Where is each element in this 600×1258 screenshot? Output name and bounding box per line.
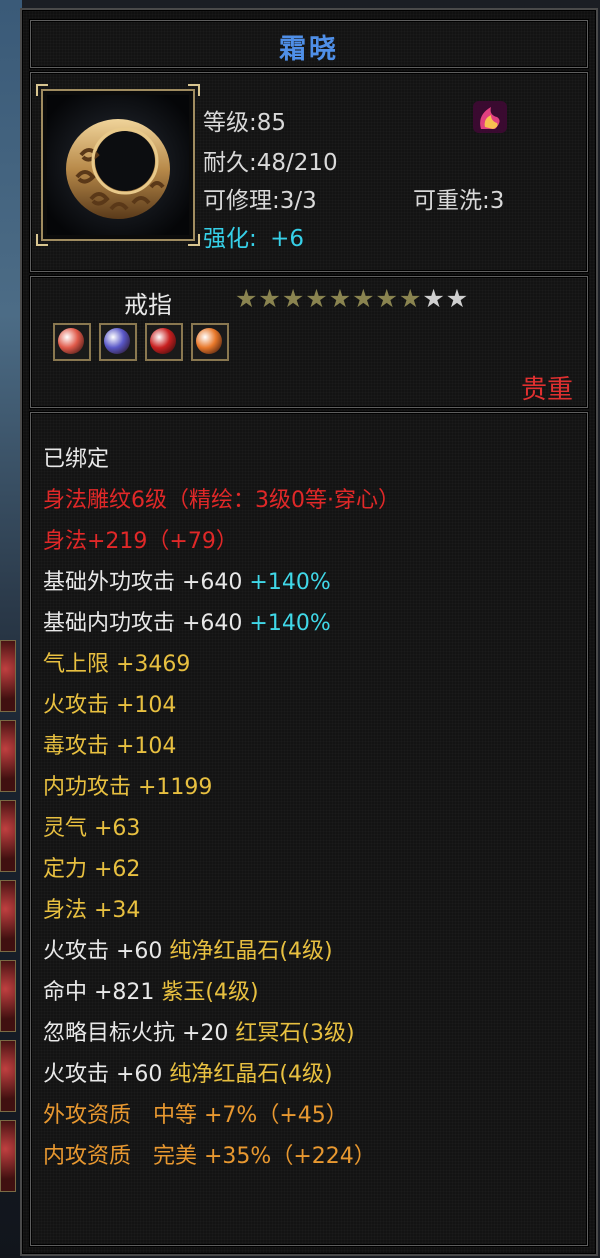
gem-sockets [53,323,229,361]
attribute-text: 基础外功攻击 +640 [43,570,250,595]
attribute-row: 火攻击 +60 纯净红晶石(4级) [43,1054,579,1095]
attribute-text: 基础内功攻击 +640 [43,611,250,636]
skill-slot[interactable] [0,1120,16,1192]
star-empty-icon: ★ [422,284,445,313]
attribute-text: 定力 +62 [43,857,141,882]
enhance-value: +6 [270,226,304,252]
rarity-label: 贵重 [520,375,573,405]
skill-slot[interactable] [0,800,16,872]
attribute-row: 基础外功攻击 +640 +140% [43,562,579,603]
purple-gem-icon [104,328,130,354]
attribute-text: 内功攻击 +1199 [43,775,213,800]
star-filled-icon: ★ [305,284,328,313]
attribute-row: 灵气 +63 [43,808,579,849]
star-filled-icon: ★ [328,284,352,313]
attribute-extra: 纯净红晶石(4级) [169,939,333,964]
attribute-text: 火攻击 +60 [43,939,170,964]
star-empty-icon: ★ [445,284,469,313]
frame-corner [188,234,200,246]
skill-slot[interactable] [0,720,16,792]
attribute-row: 毒攻击 +104 [43,726,579,767]
attribute-text: 身法雕纹6级（精绘：3级0等·穿心） [43,488,400,513]
attribute-row: 外攻资质 中等 +7%（+45） [43,1095,579,1136]
frame-corner [36,84,48,96]
item-tooltip: 霜晓 等级:85 耐久:48/210 可修理:3/3 可重洗:3 强化: +6 … [20,8,598,1256]
star-filled-icon: ★ [375,284,398,313]
gem-socket[interactable] [145,323,183,361]
attribute-text: 忽略目标火抗 +20 [43,1021,236,1046]
star-filled-icon: ★ [398,284,422,313]
attribute-row: 火攻击 +104 [43,685,579,726]
attribute-row: 气上限 +3469 [43,644,579,685]
attribute-text: 火攻击 +60 [43,1062,170,1087]
attribute-extra: +140% [249,611,331,636]
item-type-section: 戒指 ★ ★ ★ ★ ★ ★ ★ ★ ★ ★ 贵重 [30,276,588,408]
gem-socket[interactable] [191,323,229,361]
ring-icon [47,95,189,235]
attribute-text: 毒攻击 +104 [43,734,177,759]
star-rating: ★ ★ ★ ★ ★ ★ ★ ★ ★ ★ [235,286,468,312]
attribute-text: 身法 +34 [43,898,141,923]
skill-slot[interactable] [0,880,16,952]
skill-slot[interactable] [0,1040,16,1112]
attribute-row: 基础内功攻击 +640 +140% [43,603,579,644]
attribute-text: 命中 +821 [43,980,162,1005]
item-durability: 耐久:48/210 [203,150,338,176]
attribute-row: 内功攻击 +1199 [43,767,579,808]
attribute-extra: 纯净红晶石(4级) [169,1062,333,1087]
attribute-row: 身法 +34 [43,890,579,931]
attribute-text: 气上限 +3469 [43,652,191,677]
attribute-extra: 红冥石(3级) [235,1021,355,1046]
fire-element-icon [473,101,507,133]
star-filled-icon: ★ [235,284,258,313]
attribute-extra: +140% [249,570,331,595]
attribute-text: 外攻资质 中等 +7%（+45） [43,1103,348,1128]
attribute-row: 火攻击 +60 纯净红晶石(4级) [43,931,579,972]
skill-slot[interactable] [0,640,16,712]
frame-corner [36,234,48,246]
attribute-row: 忽略目标火抗 +20 红冥石(3级) [43,1013,579,1054]
gem-socket[interactable] [53,323,91,361]
enhance-label: 强化: [203,226,257,252]
attributes-section: 已绑定身法雕纹6级（精绘：3级0等·穿心） 身法+219（+79） 基础外功攻击 +… [30,412,588,1246]
item-icon-frame [36,84,200,246]
crimson-gem-icon [150,328,176,354]
attribute-row: 身法雕纹6级（精绘：3级0等·穿心） [43,480,579,521]
star-filled-icon: ★ [258,284,281,313]
gem-socket[interactable] [99,323,137,361]
attribute-row: 身法+219（+79） [43,521,579,562]
item-repairable: 可修理:3/3 [203,188,317,214]
star-filled-icon: ★ [281,284,305,313]
item-level: 等级:85 [203,110,287,136]
attribute-row: 定力 +62 [43,849,579,890]
frame-corner [188,84,200,96]
star-filled-icon: ★ [352,284,375,313]
attribute-list: 已绑定身法雕纹6级（精绘：3级0等·穿心） 身法+219（+79） 基础外功攻击 +… [43,439,579,1177]
attribute-text: 火攻击 +104 [43,693,177,718]
game-world-background [0,0,22,1258]
attribute-text: 已绑定 [43,447,110,472]
red-gem-icon [58,328,84,354]
skill-slot[interactable] [0,960,16,1032]
attribute-row: 内攻资质 完美 +35%（+224） [43,1136,579,1177]
attribute-row: 命中 +821 紫玉(4级) [43,972,579,1013]
attribute-text: 灵气 +63 [43,816,141,841]
attribute-row: 已绑定 [43,439,579,480]
attribute-extra: 紫玉(4级) [161,980,259,1005]
title-bar: 霜晓 [30,20,588,68]
item-name: 霜晓 [279,34,339,65]
item-rewashable: 可重洗:3 [413,188,505,214]
orange-gem-icon [196,328,222,354]
attribute-text: 内攻资质 完美 +35%（+224） [43,1144,376,1169]
attribute-text: 身法+219（+79） [43,529,238,554]
item-enhance: 强化: +6 [203,219,304,253]
item-type: 戒指 [124,291,172,319]
item-info-section: 等级:85 耐久:48/210 可修理:3/3 可重洗:3 强化: +6 [30,72,588,272]
